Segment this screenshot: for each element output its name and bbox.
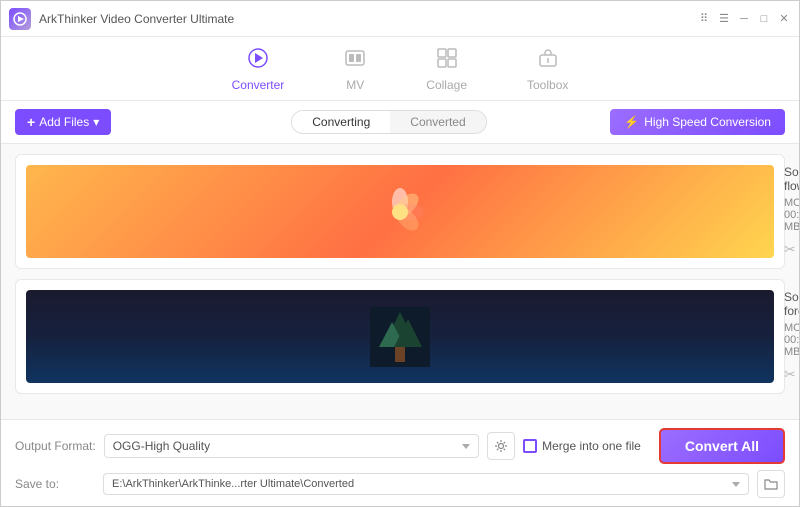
nav-mv[interactable]: MV bbox=[334, 45, 376, 94]
output-format-select[interactable]: OGG-High Quality bbox=[104, 434, 479, 458]
save-to-label: Save to: bbox=[15, 477, 95, 491]
file-meta-1: MOV 1280×720 00:02:59 67.12 MB bbox=[784, 197, 799, 233]
lightning-icon: ⚡ bbox=[624, 115, 639, 129]
plus-icon: + bbox=[27, 114, 35, 130]
cut-icon-2[interactable]: ✂ bbox=[784, 366, 796, 383]
file-list: Source: flowsers.mov ⓘ MOV 1280×720 00:0… bbox=[1, 144, 799, 419]
file-source-1: Source: flowsers.mov ⓘ bbox=[784, 165, 799, 193]
add-files-button[interactable]: + Add Files ▾ bbox=[15, 109, 111, 135]
nav-mv-label: MV bbox=[346, 78, 364, 92]
file-card-2: Source: forest.mov ⓘ MOV 480×360 00:05:5… bbox=[15, 279, 785, 394]
nav-converter[interactable]: Converter bbox=[222, 45, 295, 94]
window-controls: ⠿ ☰ ─ □ ✕ bbox=[697, 12, 791, 26]
converter-icon bbox=[247, 47, 269, 75]
mv-icon bbox=[344, 47, 366, 75]
file-actions-2: ✂ ✄ bbox=[784, 366, 799, 383]
high-speed-button[interactable]: ⚡ High Speed Conversion bbox=[610, 109, 785, 135]
output-format-row: Output Format: OGG-High Quality Merge in… bbox=[15, 428, 785, 464]
app-title: ArkThinker Video Converter Ultimate bbox=[39, 12, 697, 26]
nav-collage[interactable]: Collage bbox=[416, 45, 477, 94]
file-actions-1: ✂ ✄ bbox=[784, 241, 799, 258]
source-label-1: Source: flowsers.mov bbox=[784, 165, 799, 193]
file-info-2: Source: forest.mov ⓘ MOV 480×360 00:05:5… bbox=[784, 290, 799, 383]
file-meta-2: MOV 480×360 00:05:55 17.89 MB bbox=[784, 322, 799, 358]
nav-collage-label: Collage bbox=[426, 78, 467, 92]
file-thumb-1 bbox=[26, 165, 774, 258]
menu-dots-btn[interactable]: ⠿ bbox=[697, 12, 711, 26]
file-source-2: Source: forest.mov ⓘ bbox=[784, 290, 799, 318]
title-bar: ArkThinker Video Converter Ultimate ⠿ ☰ … bbox=[1, 1, 799, 37]
save-path-select[interactable]: E:\ArkThinker\ArkThinke...rter Ultimate\… bbox=[103, 473, 749, 495]
tab-converting[interactable]: Converting bbox=[292, 111, 390, 133]
convert-all-button[interactable]: Convert All bbox=[659, 428, 785, 464]
open-folder-btn[interactable] bbox=[757, 470, 785, 498]
tab-converted[interactable]: Converted bbox=[390, 111, 485, 133]
nav-toolbox-label: Toolbox bbox=[527, 78, 568, 92]
source-label-2: Source: forest.mov bbox=[784, 290, 799, 318]
add-files-dropdown-arrow[interactable]: ▾ bbox=[93, 115, 99, 129]
bottom-bar: Output Format: OGG-High Quality Merge in… bbox=[1, 419, 799, 506]
cut-icon-1[interactable]: ✂ bbox=[784, 241, 796, 258]
settings-gear-icon bbox=[494, 439, 508, 453]
minimize-btn[interactable]: ─ bbox=[737, 12, 751, 26]
app-logo bbox=[9, 8, 31, 30]
maximize-btn[interactable]: □ bbox=[757, 12, 771, 26]
folder-icon bbox=[764, 478, 778, 490]
collage-icon bbox=[436, 47, 458, 75]
app-window: ArkThinker Video Converter Ultimate ⠿ ☰ … bbox=[0, 0, 800, 507]
nav-bar: Converter MV Collage bbox=[1, 37, 799, 101]
merge-area: Merge into one file bbox=[523, 439, 641, 453]
merge-label: Merge into one file bbox=[542, 439, 641, 453]
output-settings-btn[interactable] bbox=[487, 432, 515, 460]
nav-converter-label: Converter bbox=[232, 78, 285, 92]
nav-toolbox[interactable]: Toolbox bbox=[517, 45, 578, 94]
file-info-1: Source: flowsers.mov ⓘ MOV 1280×720 00:0… bbox=[784, 165, 799, 258]
toolbox-icon bbox=[537, 47, 559, 75]
output-format-label: Output Format: bbox=[15, 439, 96, 453]
toolbar: + Add Files ▾ Converting Converted ⚡ Hig… bbox=[1, 101, 799, 144]
file-thumb-2 bbox=[26, 290, 774, 383]
high-speed-label: High Speed Conversion bbox=[644, 115, 771, 129]
merge-checkbox[interactable] bbox=[523, 439, 537, 453]
tab-group: Converting Converted bbox=[291, 110, 486, 134]
save-to-row: Save to: E:\ArkThinker\ArkThinke...rter … bbox=[15, 470, 785, 498]
file-card-1: Source: flowsers.mov ⓘ MOV 1280×720 00:0… bbox=[15, 154, 785, 269]
add-files-label: Add Files bbox=[39, 115, 89, 129]
close-btn[interactable]: ✕ bbox=[777, 12, 791, 26]
hamburger-btn[interactable]: ☰ bbox=[717, 12, 731, 26]
